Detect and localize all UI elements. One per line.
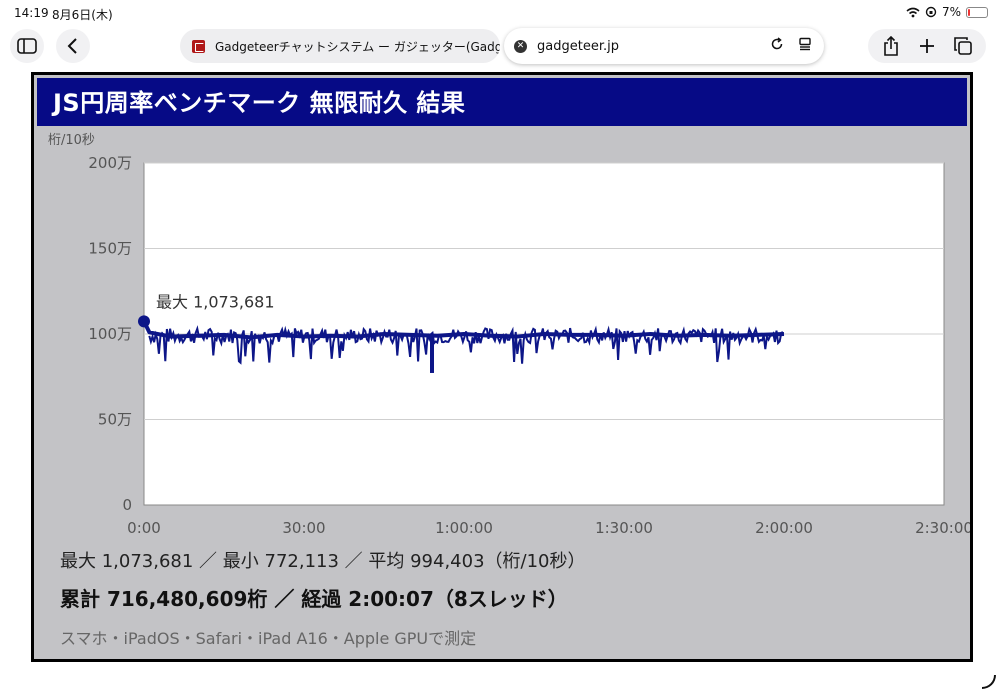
reload-icon[interactable] bbox=[770, 37, 784, 51]
tab-title: Gadgeteerチャットシステム ー ガジェッター(Gadg bbox=[215, 39, 500, 54]
sidebar-toggle-button[interactable] bbox=[10, 29, 44, 63]
y-tick-label: 200万 bbox=[88, 154, 132, 172]
orientation-lock-icon bbox=[925, 6, 937, 18]
stats-summary: 最大 1,073,681 ／ 最小 772,113 ／ 平均 994,403（桁… bbox=[60, 551, 586, 572]
address-bar[interactable]: ✕ gadgeteer.jp bbox=[504, 28, 824, 64]
reader-icon[interactable] bbox=[798, 37, 812, 51]
max-point bbox=[138, 315, 150, 328]
benchmark-chart: 0 50万 100万 150万 200万 0:00 30:00 1:00:00 1:30:00 2… bbox=[88, 154, 970, 537]
status-date: 8月6日(木) bbox=[52, 8, 113, 22]
x-tick-label: 1:00:00 bbox=[435, 519, 493, 537]
plus-icon bbox=[920, 39, 934, 53]
battery-icon bbox=[966, 6, 988, 18]
chevron-left-icon bbox=[67, 38, 77, 54]
y-tick-label: 0 bbox=[122, 496, 132, 514]
status-bar: 14:19 8月6日(木) 7% bbox=[0, 0, 1000, 26]
tab-gadgeteer-chat[interactable]: Gadgeteerチャットシステム ー ガジェッター(Gadg bbox=[180, 29, 500, 63]
browser-toolbar: Gadgeteerチャットシステム ー ガジェッター(Gadg ✕ gadget… bbox=[0, 26, 1000, 70]
toolbar-actions bbox=[868, 29, 986, 63]
benchmark-result-panel: JS円周率ベンチマーク 無限耐久 結果 桁/10秒 0 50万 100万 150万 20… bbox=[31, 72, 973, 662]
x-tick-label: 2:30:00 bbox=[915, 519, 970, 537]
y-tick-label: 100万 bbox=[88, 325, 132, 343]
close-tab-icon[interactable]: ✕ bbox=[514, 39, 527, 53]
new-tab-button[interactable] bbox=[910, 29, 944, 63]
benchmark-title: JS円周率ベンチマーク 無限耐久 結果 bbox=[37, 78, 967, 126]
back-button[interactable] bbox=[56, 29, 90, 63]
status-time: 14:19 bbox=[14, 6, 49, 20]
url-text: gadgeteer.jp bbox=[537, 38, 619, 54]
y-tick-label: 150万 bbox=[88, 240, 132, 258]
tab-overview-button[interactable] bbox=[946, 29, 980, 63]
sidebar-icon bbox=[17, 38, 37, 54]
x-tick-label: 0:00 bbox=[127, 519, 161, 537]
site-favicon-icon bbox=[192, 39, 205, 53]
share-icon bbox=[884, 36, 898, 56]
battery-percent: 7% bbox=[941, 5, 961, 19]
device-info: スマホ・iPadOS・Safari・iPad A16・Apple GPUで測定 bbox=[60, 629, 477, 648]
x-tick-label: 2:00:00 bbox=[755, 519, 813, 537]
wifi-icon bbox=[906, 7, 920, 17]
share-button[interactable] bbox=[874, 29, 908, 63]
resize-corner-icon bbox=[982, 675, 996, 689]
tabs-icon bbox=[954, 37, 972, 55]
max-annotation: 最大 1,073,681 bbox=[156, 292, 275, 311]
x-tick-label: 1:30:00 bbox=[595, 519, 653, 537]
stats-total: 累計 716,480,609桁 ／ 経過 2:00:07（8スレッド） bbox=[60, 587, 568, 611]
x-tick-label: 30:00 bbox=[282, 519, 325, 537]
y-tick-label: 50万 bbox=[98, 411, 132, 429]
status-indicators: 7% bbox=[906, 5, 988, 19]
